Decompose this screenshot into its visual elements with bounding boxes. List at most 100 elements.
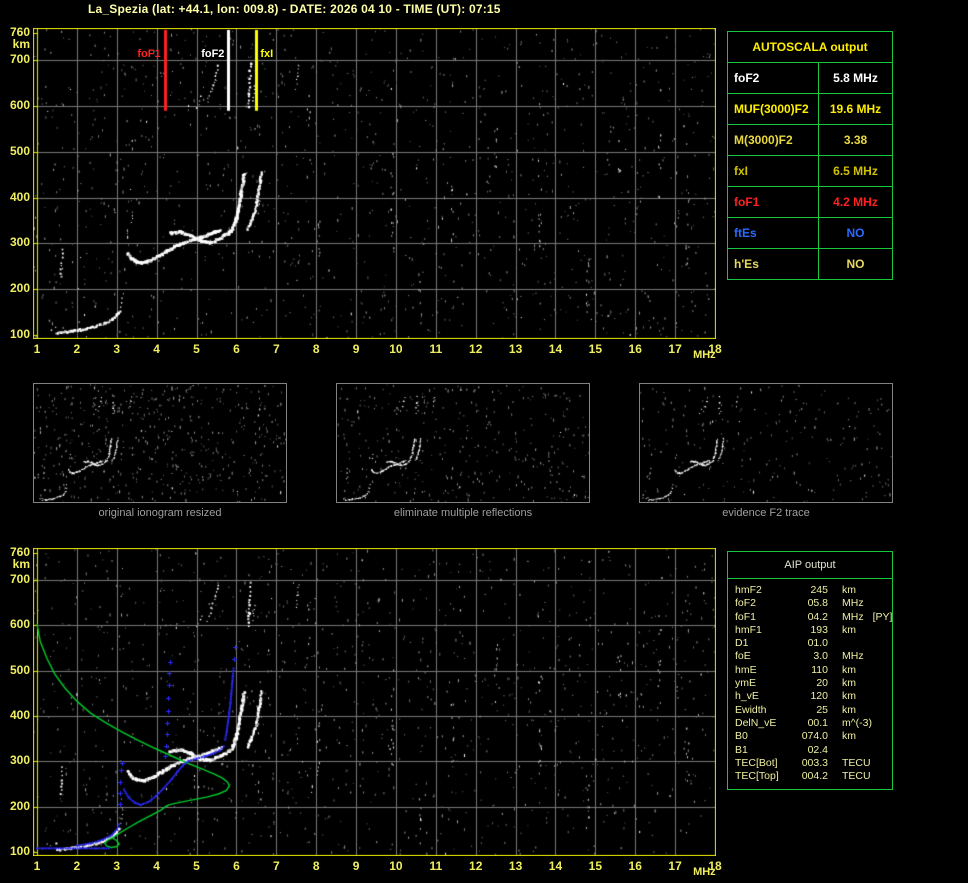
aip-table-row: Ewidth 25 km [735, 704, 892, 717]
marker-label-foF1: foF1 [137, 48, 161, 60]
marker-label-fxI: fxI [260, 48, 274, 60]
y-tick-label: 200 [9, 798, 30, 813]
aip-row-label: foF1 [735, 610, 757, 623]
aip-row-value: 245 [810, 584, 828, 596]
aip-row-unit: MHz [842, 650, 864, 663]
y-tick-label: 600 [9, 98, 30, 113]
x-tick-label: 14 [548, 859, 563, 873]
x-tick-label: 5 [193, 859, 200, 873]
x-tick-label: 6 [233, 342, 240, 356]
x-tick-label: 16 [628, 859, 642, 873]
aip-row-value: 25 [816, 703, 828, 716]
aip-row-value: 110 [811, 663, 828, 676]
autoscala-row-value: NO [846, 257, 865, 271]
autoscala-table-row: M(3000)F2 3.38 [728, 124, 892, 155]
autoscala-row-value: 19.6 MHz [829, 102, 882, 116]
autoscala-row-value: 3.38 [843, 133, 868, 147]
autoscala-row-value: 4.2 MHz [833, 195, 878, 209]
aip-row-unit: km [842, 690, 856, 703]
aip-row-extra: [PY] [872, 610, 893, 623]
x-tick-label: 12 [469, 859, 483, 873]
autoscala-row-label: M(3000)F2 [728, 125, 819, 155]
x-tick-label: 15 [588, 859, 603, 873]
aip-row-unit: TECU [842, 770, 871, 783]
panel-eliminate-reflections-canvas [336, 383, 590, 503]
autoscala-row-value: NO [846, 226, 865, 240]
autoscala-row-label: fxI [728, 156, 819, 186]
x-tick-label: 6 [233, 859, 240, 873]
x-tick-label: 9 [352, 342, 360, 356]
aip-row-value: 05.8 [807, 597, 828, 610]
aip-row-value: 04.2 [807, 610, 828, 623]
autoscala-screen: La_Spezia (lat: +44.1, lon: 009.8) - DAT… [0, 0, 968, 883]
x-tick-label: 10 [389, 342, 403, 356]
y-tick-label: 300 [9, 753, 30, 768]
aip-row-label: hmF1 [735, 623, 762, 636]
aip-row-value: 004.2 [801, 770, 828, 783]
autoscala-row-label: foF1 [728, 187, 819, 217]
autoscala-output-table: AUTOSCALA output foF2 5.8 MHz MUF(3000)F2 1… [727, 31, 893, 280]
aip-row-unit: MHz [842, 610, 864, 623]
aip-row-value: 01.0 [807, 637, 828, 650]
aip-table-row: hmF1 193 km [735, 624, 892, 637]
x-tick-label: 9 [352, 859, 360, 873]
x-tick-label: 3 [113, 342, 121, 356]
aip-row-label: foF2 [735, 597, 757, 610]
aip-row-value: 120 [810, 690, 828, 703]
x-tick-label: 11 [429, 859, 443, 873]
aip-row-value: 003.3 [801, 756, 828, 769]
aip-row-unit: MHz [842, 597, 864, 610]
aip-row-value: 193 [810, 623, 828, 636]
autoscala-table-row: foF2 5.8 MHz [728, 62, 892, 93]
bottom-ionogram-canvas [33, 548, 716, 856]
x-tick-label: 15 [588, 342, 603, 356]
aip-row-label: D1 [735, 637, 749, 650]
aip-table-row: DelN_vE 00.1 m^(-3) [735, 717, 892, 730]
aip-row-unit: km [842, 730, 856, 743]
y-axis-unit-label: km [12, 37, 30, 52]
x-tick-label: 4 [153, 342, 160, 356]
x-tick-label: 8 [312, 342, 320, 356]
x-tick-label: 2 [73, 342, 81, 356]
aip-row-unit: km [842, 677, 856, 690]
aip-table-row: foF2 05.8 MHz [735, 597, 892, 610]
autoscala-row-label: ftEs [728, 218, 819, 248]
x-tick-label: 10 [389, 859, 403, 873]
y-tick-label: 700 [9, 572, 30, 587]
y-tick-label: 100 [9, 844, 30, 858]
aip-row-label: hmE [735, 663, 757, 676]
x-tick-label: 14 [548, 342, 563, 356]
x-tick-label: 5 [193, 342, 200, 356]
y-tick-label: 700 [9, 52, 30, 67]
x-tick-label: 12 [469, 342, 483, 356]
aip-row-label: ymE [735, 677, 756, 690]
aip-row-label: DelN_vE [735, 716, 777, 729]
aip-table-header: AIP output [728, 552, 892, 579]
aip-table-row: TEC[Bot] 003.3 TECU [735, 757, 892, 770]
autoscala-table-row: foF1 4.2 MHz [728, 186, 892, 217]
x-tick-label: 16 [628, 342, 642, 356]
x-tick-label: 11 [429, 342, 443, 356]
x-tick-label: 13 [508, 342, 523, 356]
y-tick-label: 500 [9, 662, 30, 677]
aip-table-row: foF1 04.2 MHz [PY] [735, 611, 892, 624]
y-tick-label: 400 [9, 189, 30, 204]
marker-label-foF2: foF2 [201, 48, 225, 60]
aip-row-label: B1 [735, 743, 748, 756]
panel-evidence-f2-canvas [639, 383, 893, 503]
autoscala-table-row: fxI 6.5 MHz [728, 155, 892, 186]
panel-original-ionogram-canvas [33, 383, 287, 503]
x-tick-label: 1 [33, 342, 41, 356]
aip-row-unit: km [842, 584, 856, 596]
x-tick-label: 7 [272, 342, 280, 356]
x-tick-label: 3 [113, 859, 121, 873]
x-tick-label: 1 [33, 859, 41, 873]
x-tick-label: 2 [73, 859, 81, 873]
x-tick-label: 8 [312, 859, 320, 873]
x-tick-label: 17 [668, 342, 682, 356]
y-tick-label: 400 [9, 708, 30, 723]
autoscala-table-header: AUTOSCALA output [752, 40, 868, 54]
aip-row-label: B0 [735, 730, 748, 743]
aip-table-row: ymE 20 km [735, 677, 892, 690]
x-axis-unit-label: MHz [693, 349, 716, 361]
